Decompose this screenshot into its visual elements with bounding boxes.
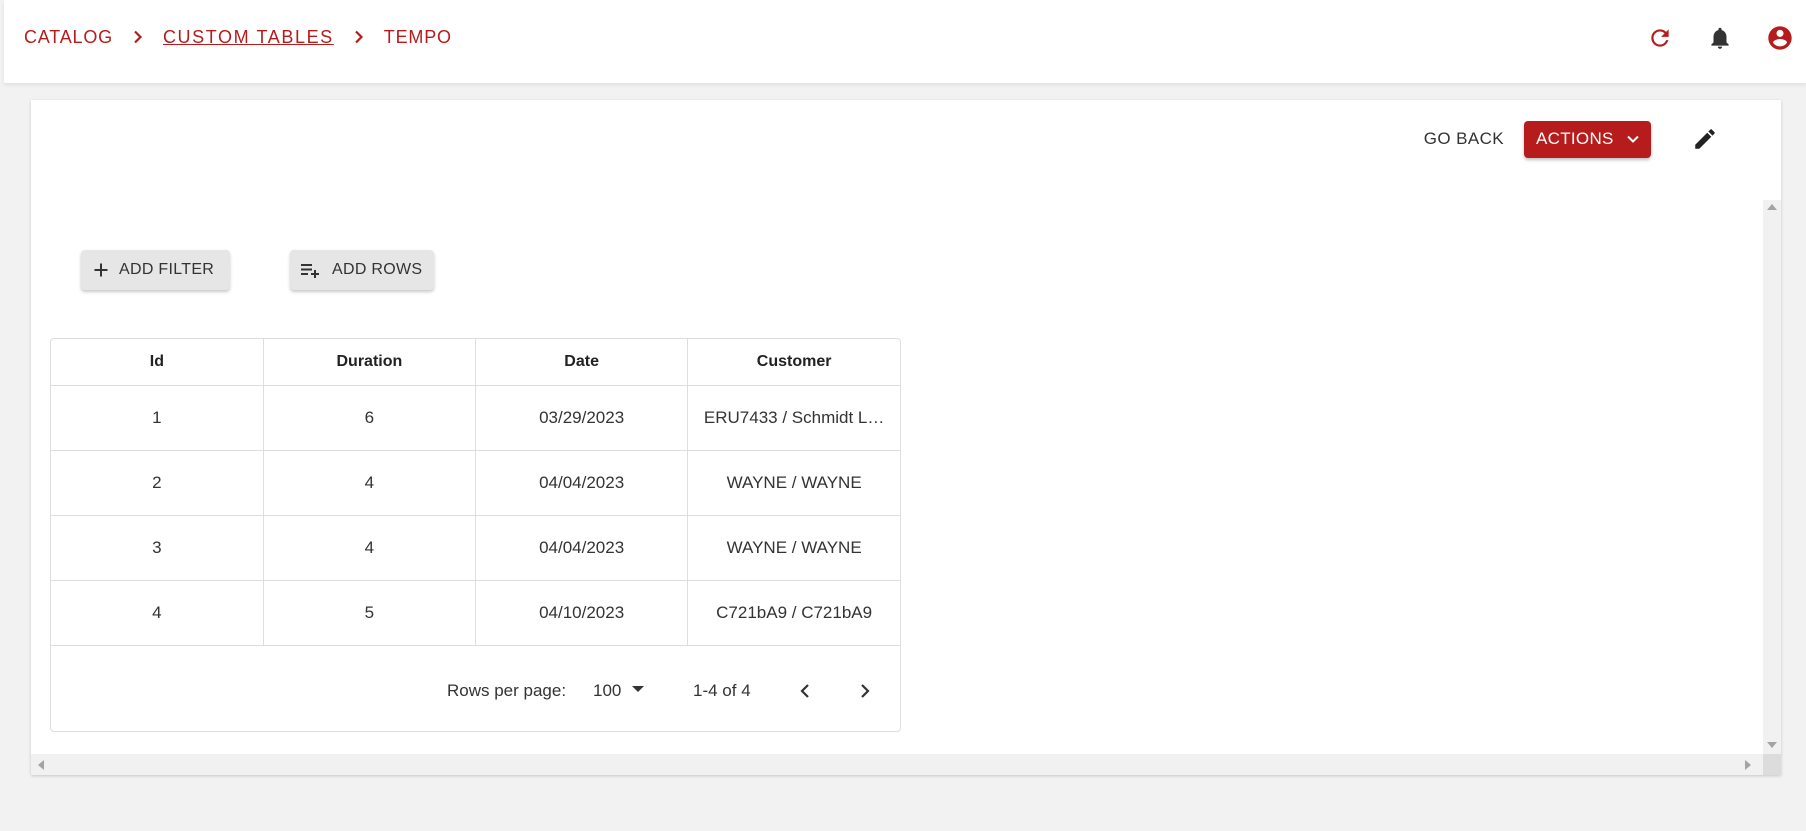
header-actions [1642,20,1806,56]
add-rows-label: ADD ROWS [332,261,423,278]
horizontal-scrollbar[interactable] [31,754,1763,775]
cell-date: 03/29/2023 [475,385,689,451]
table-row[interactable]: 1 6 03/29/2023 ERU7433 / Schmidt L… [51,385,900,451]
table-row[interactable]: 4 5 04/10/2023 C721bA9 / C721bA9 [51,580,900,646]
breadcrumb-item-catalog[interactable]: CATALOG [24,27,113,48]
add-rows-button[interactable]: ADD ROWS [290,250,434,290]
column-header-date[interactable]: Date [475,339,689,386]
rows-per-page-value: 100 [593,680,622,700]
content-card: GO BACK ACTIONS ADD FILTER ADD ROWS Id D… [31,100,1781,775]
table-pagination: Rows per page: 100 1-4 of 4 [51,650,900,730]
chevron-down-icon [1614,129,1640,149]
account-circle-icon[interactable] [1762,20,1798,56]
cell-customer: WAYNE / WAYNE [687,450,900,516]
breadcrumb: CATALOG CUSTOM TABLES TEMPO [24,26,452,48]
column-header-id[interactable]: Id [51,339,264,386]
cell-customer: WAYNE / WAYNE [687,515,900,581]
chevron-right-icon [354,30,364,44]
cell-duration: 6 [263,385,477,451]
chevron-left-icon[interactable] [793,679,817,703]
playlist-add-icon [300,262,322,278]
scroll-left-arrow-icon[interactable] [38,760,44,770]
cell-id: 3 [51,515,264,581]
scroll-right-arrow-icon[interactable] [1745,760,1751,770]
actions-button-label: ACTIONS [1536,129,1614,148]
rows-per-page-label: Rows per page: [447,681,567,700]
breadcrumb-item-tempo: TEMPO [383,26,452,47]
cell-id: 2 [51,450,264,516]
refresh-icon[interactable] [1642,20,1678,56]
data-table: Id Duration Date Customer 1 6 03/29/2023… [50,338,901,732]
table-row[interactable]: 2 4 04/04/2023 WAYNE / WAYNE [51,450,900,516]
add-filter-button[interactable]: ADD FILTER [81,250,230,290]
actions-button[interactable]: ACTIONS [1524,120,1651,158]
rows-per-page-select[interactable]: 100 [593,679,649,702]
breadcrumb-item-custom-tables[interactable]: CUSTOM TABLES [163,27,334,48]
table-header-row: Id Duration Date Customer [51,339,900,386]
bell-icon[interactable] [1702,20,1738,56]
column-header-customer[interactable]: Customer [687,339,900,386]
pagination-range: 1-4 of 4 [693,681,751,700]
cell-id: 4 [51,580,264,646]
card-actions: GO BACK ACTIONS [1424,120,1723,158]
cell-customer: C721bA9 / C721bA9 [687,580,900,646]
add-filter-label: ADD FILTER [119,261,215,278]
top-app-bar: CATALOG CUSTOM TABLES TEMPO [4,0,1806,83]
cell-id: 1 [51,385,264,451]
scrollbar-corner [1763,754,1781,775]
cell-customer: ERU7433 / Schmidt L… [687,385,900,451]
vertical-scrollbar[interactable] [1763,200,1781,754]
edit-icon[interactable] [1687,121,1723,157]
chevron-right-icon[interactable] [853,679,877,703]
chevron-right-icon [133,30,143,44]
caret-down-icon [621,679,649,702]
cell-date: 04/04/2023 [475,515,689,581]
cell-date: 04/04/2023 [475,450,689,516]
cell-duration: 5 [263,580,477,646]
cell-duration: 4 [263,450,477,516]
scroll-up-arrow-icon[interactable] [1767,204,1777,210]
scroll-down-arrow-icon[interactable] [1767,742,1777,748]
plus-icon [93,262,109,278]
cell-duration: 4 [263,515,477,581]
cell-date: 04/10/2023 [475,580,689,646]
table-row[interactable]: 3 4 04/04/2023 WAYNE / WAYNE [51,515,900,581]
column-header-duration[interactable]: Duration [263,339,477,386]
go-back-button[interactable]: GO BACK [1424,123,1504,155]
